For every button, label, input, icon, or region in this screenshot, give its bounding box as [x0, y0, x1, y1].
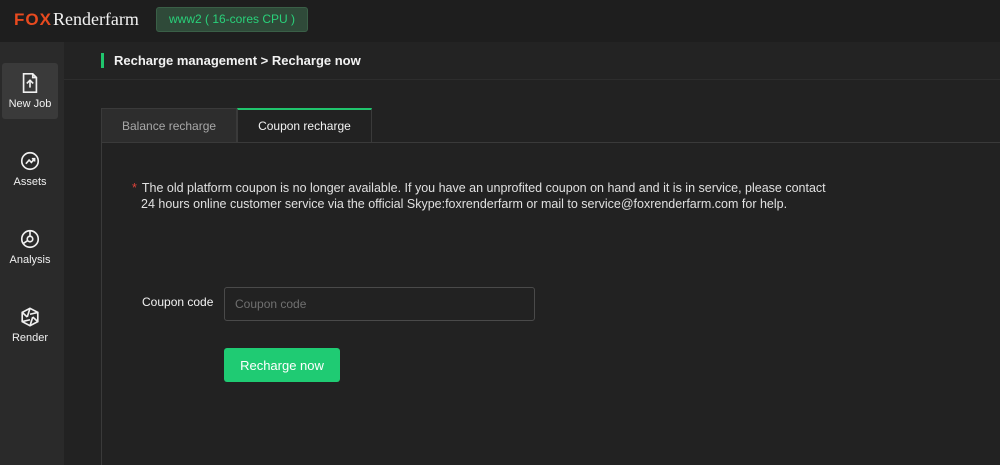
recharge-now-button[interactable]: Recharge now — [224, 348, 340, 382]
server-badge[interactable]: www2 ( 16-cores CPU ) — [156, 7, 309, 32]
notice-line-1: * The old platform coupon is no longer av… — [132, 180, 892, 196]
sidebar-item-new-job[interactable]: New Job — [2, 63, 58, 119]
sidebar-item-label: Assets — [13, 176, 47, 188]
new-job-icon — [22, 73, 38, 93]
sidebar-item-label: Render — [11, 332, 49, 344]
coupon-code-input[interactable] — [224, 287, 535, 321]
recharge-tabs: Balance recharge Coupon recharge — [101, 108, 372, 143]
analysis-icon — [20, 229, 40, 249]
sidebar-item-assets[interactable]: Assets — [2, 141, 58, 197]
logo-renderfarm-text: Renderfarm — [52, 9, 139, 29]
sidebar-item-render[interactable]: Render — [2, 297, 58, 353]
sidebar-item-label: New Job — [8, 98, 52, 110]
notice-marker: * — [132, 181, 137, 195]
render-icon — [21, 307, 39, 327]
tab-balance-recharge[interactable]: Balance recharge — [101, 108, 238, 143]
notice-text-1: The old platform coupon is no longer ava… — [141, 181, 826, 195]
sidebar-item-analysis[interactable]: Analysis — [2, 219, 58, 275]
coupon-notice: * The old platform coupon is no longer av… — [132, 180, 892, 212]
top-bar: FOX Renderfarm www2 ( 16-cores CPU ) — [0, 0, 1000, 42]
sidebar-item-label: Analysis — [9, 254, 51, 266]
foxrenderfarm-logo[interactable]: FOX Renderfarm — [14, 9, 139, 30]
notice-text-2: 24 hours online customer service via the… — [141, 197, 788, 211]
main-header: Recharge management > Recharge now — [64, 42, 1000, 80]
coupon-code-label: Coupon code — [142, 295, 214, 309]
breadcrumb: Recharge management > Recharge now — [101, 53, 361, 68]
coupon-recharge-panel: * The old platform coupon is no longer av… — [101, 142, 1000, 465]
assets-icon — [20, 151, 40, 171]
tab-coupon-recharge[interactable]: Coupon recharge — [237, 108, 372, 143]
logo-fox-text: FOX — [14, 10, 52, 29]
sidebar: New Job Assets Analysis Render — [0, 42, 64, 465]
recharge-content: Balance recharge Coupon recharge * The ol… — [101, 108, 1000, 465]
